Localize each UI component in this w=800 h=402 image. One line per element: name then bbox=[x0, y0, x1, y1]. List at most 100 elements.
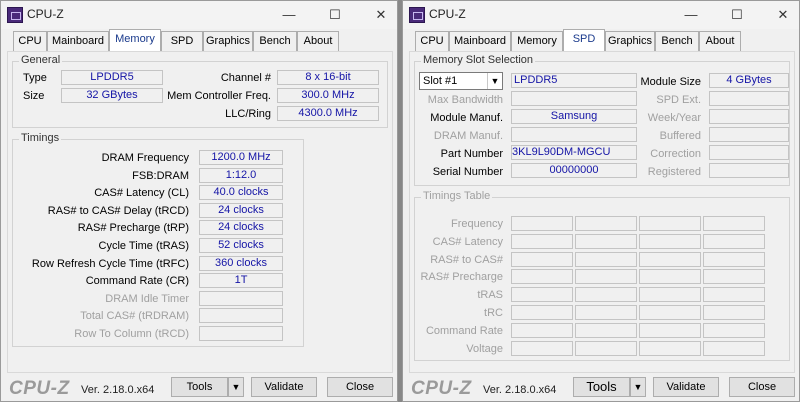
close-button[interactable]: Close bbox=[729, 377, 795, 397]
spd-ext-value bbox=[709, 91, 789, 106]
timings-table-label: Timings Table bbox=[421, 190, 493, 202]
correction-value bbox=[709, 145, 789, 160]
footer: CPU-Z Ver. 2.18.0.x64 Tools ▼ Validate C… bbox=[403, 375, 799, 401]
tab-about[interactable]: About bbox=[699, 31, 741, 51]
tools-button[interactable]: Tools bbox=[573, 377, 630, 397]
timings-table-cell bbox=[511, 216, 573, 231]
tab-bench[interactable]: Bench bbox=[655, 31, 699, 51]
channel-value: 8 x 16-bit bbox=[277, 70, 379, 85]
spd-ext-label: SPD Ext. bbox=[656, 94, 701, 106]
timing-label: Total CAS# (tRDRAM) bbox=[80, 310, 189, 323]
timings-table-group: Timings Table Frequency CAS# Latency RAS# … bbox=[414, 190, 790, 361]
tab-cpu[interactable]: CPU bbox=[13, 31, 47, 51]
timing-value bbox=[199, 290, 283, 306]
llc-ring-label: LLC/Ring bbox=[225, 108, 271, 120]
timing-label: Row Refresh Cycle Time (tRFC) bbox=[31, 257, 189, 270]
slot-selection-label: Memory Slot Selection bbox=[421, 54, 536, 66]
type-label: Type bbox=[23, 72, 47, 84]
minimize-icon[interactable]: — bbox=[677, 5, 705, 25]
tab-memory[interactable]: Memory bbox=[511, 31, 563, 51]
slot-select[interactable]: Slot #1 ▼ bbox=[419, 72, 503, 90]
close-button[interactable]: Close bbox=[327, 377, 393, 397]
timings-table-cell bbox=[703, 322, 765, 338]
tools-button[interactable]: Tools bbox=[171, 377, 228, 397]
general-group: General Type LPDDR5 Size 32 GBytes Chann… bbox=[12, 54, 388, 128]
serial-number-value: 00000000 bbox=[511, 163, 637, 178]
title-bar[interactable]: CPU-Z — ☐ ✕ bbox=[1, 1, 397, 29]
cpuz-window-memory: CPU-Z — ☐ ✕ CPU Mainboard SPD Graphics B… bbox=[0, 0, 398, 402]
timings-table-row-label: RAS# Precharge bbox=[420, 271, 503, 284]
timings-table-row-label: tRC bbox=[484, 307, 503, 319]
timing-value: 1:12.0 bbox=[199, 167, 283, 183]
timing-label: FSB:DRAM bbox=[132, 169, 189, 182]
chevron-down-icon: ▼ bbox=[487, 73, 502, 89]
cpuz-logo: CPU-Z bbox=[411, 378, 472, 399]
tab-memory[interactable]: Memory bbox=[109, 29, 161, 51]
timing-value bbox=[199, 326, 283, 341]
buffered-label: Buffered bbox=[659, 130, 701, 142]
timing-value: 24 clocks bbox=[199, 202, 283, 218]
timings-table-cell bbox=[511, 340, 573, 356]
max-bandwidth-value bbox=[511, 91, 637, 106]
timings-table-cell bbox=[639, 251, 701, 267]
timings-table-cell bbox=[639, 305, 701, 320]
minimize-icon[interactable]: — bbox=[275, 5, 303, 25]
timing-value: 1T bbox=[199, 273, 283, 289]
timings-table-cell bbox=[575, 251, 637, 267]
timing-label: DRAM Idle Timer bbox=[105, 292, 189, 305]
timing-value: 24 clocks bbox=[199, 220, 283, 236]
timing-label: RAS# Precharge (tRP) bbox=[77, 222, 189, 235]
maximize-icon[interactable]: ☐ bbox=[723, 5, 751, 25]
memory-type-value: LPDDR5 bbox=[511, 73, 637, 88]
tab-bench[interactable]: Bench bbox=[253, 31, 297, 51]
tools-dropdown-icon[interactable]: ▼ bbox=[228, 377, 244, 397]
week-year-value bbox=[709, 109, 789, 124]
tab-spd[interactable]: SPD bbox=[161, 31, 203, 51]
validate-button[interactable]: Validate bbox=[251, 377, 317, 397]
timings-table-cell bbox=[575, 340, 637, 356]
version-text: Ver. 2.18.0.x64 bbox=[483, 384, 557, 396]
max-bandwidth-label: Max Bandwidth bbox=[427, 94, 503, 106]
timing-label: Cycle Time (tRAS) bbox=[98, 240, 189, 252]
title-bar[interactable]: CPU-Z — ☐ ✕ bbox=[403, 1, 799, 29]
timings-table-cell bbox=[575, 287, 637, 303]
tools-dropdown-icon[interactable]: ▼ bbox=[630, 377, 646, 397]
timings-table-cell bbox=[511, 269, 573, 285]
timings-table-cell bbox=[703, 287, 765, 303]
tab-mainboard[interactable]: Mainboard bbox=[449, 31, 511, 51]
tab-graphics[interactable]: Graphics bbox=[203, 31, 253, 51]
tab-spd[interactable]: SPD bbox=[563, 29, 605, 51]
cpuz-logo: CPU-Z bbox=[9, 378, 70, 399]
part-number-value: 3KL9L90DM-MGCU bbox=[511, 145, 637, 160]
timings-table-cell bbox=[639, 233, 701, 249]
timings-table-cell bbox=[703, 340, 765, 356]
tab-graphics[interactable]: Graphics bbox=[605, 31, 655, 51]
timings-table-row-label: Command Rate bbox=[425, 324, 503, 337]
module-size-value: 4 GBytes bbox=[709, 73, 789, 88]
tab-about[interactable]: About bbox=[297, 31, 339, 51]
timing-label: RAS# to CAS# Delay (tRCD) bbox=[47, 204, 189, 217]
close-icon[interactable]: ✕ bbox=[769, 5, 797, 25]
tab-mainboard[interactable]: Mainboard bbox=[47, 31, 109, 51]
timings-table-cell bbox=[639, 287, 701, 303]
timing-label: DRAM Frequency bbox=[101, 152, 189, 164]
timings-table-cell bbox=[511, 251, 573, 267]
timings-table-cell bbox=[575, 216, 637, 231]
dram-manuf-value bbox=[511, 127, 637, 142]
module-manuf-label: Module Manuf. bbox=[430, 112, 503, 124]
correction-label: Correction bbox=[650, 148, 701, 160]
spd-panel: Memory Slot Selection Slot #1 ▼ LPDDR5 M… bbox=[409, 51, 795, 373]
part-number-label: Part Number bbox=[440, 148, 503, 160]
timings-table-cell bbox=[575, 269, 637, 285]
timings-table-cell bbox=[639, 340, 701, 356]
timings-table-cell bbox=[639, 269, 701, 285]
timings-table-cell bbox=[703, 251, 765, 267]
timings-table-cell bbox=[575, 233, 637, 249]
window-title: CPU-Z bbox=[27, 7, 64, 21]
close-icon[interactable]: ✕ bbox=[367, 5, 395, 25]
maximize-icon[interactable]: ☐ bbox=[321, 5, 349, 25]
timings-table-cell bbox=[703, 269, 765, 285]
tab-cpu[interactable]: CPU bbox=[415, 31, 449, 51]
timings-group-label: Timings bbox=[19, 132, 62, 144]
validate-button[interactable]: Validate bbox=[653, 377, 719, 397]
